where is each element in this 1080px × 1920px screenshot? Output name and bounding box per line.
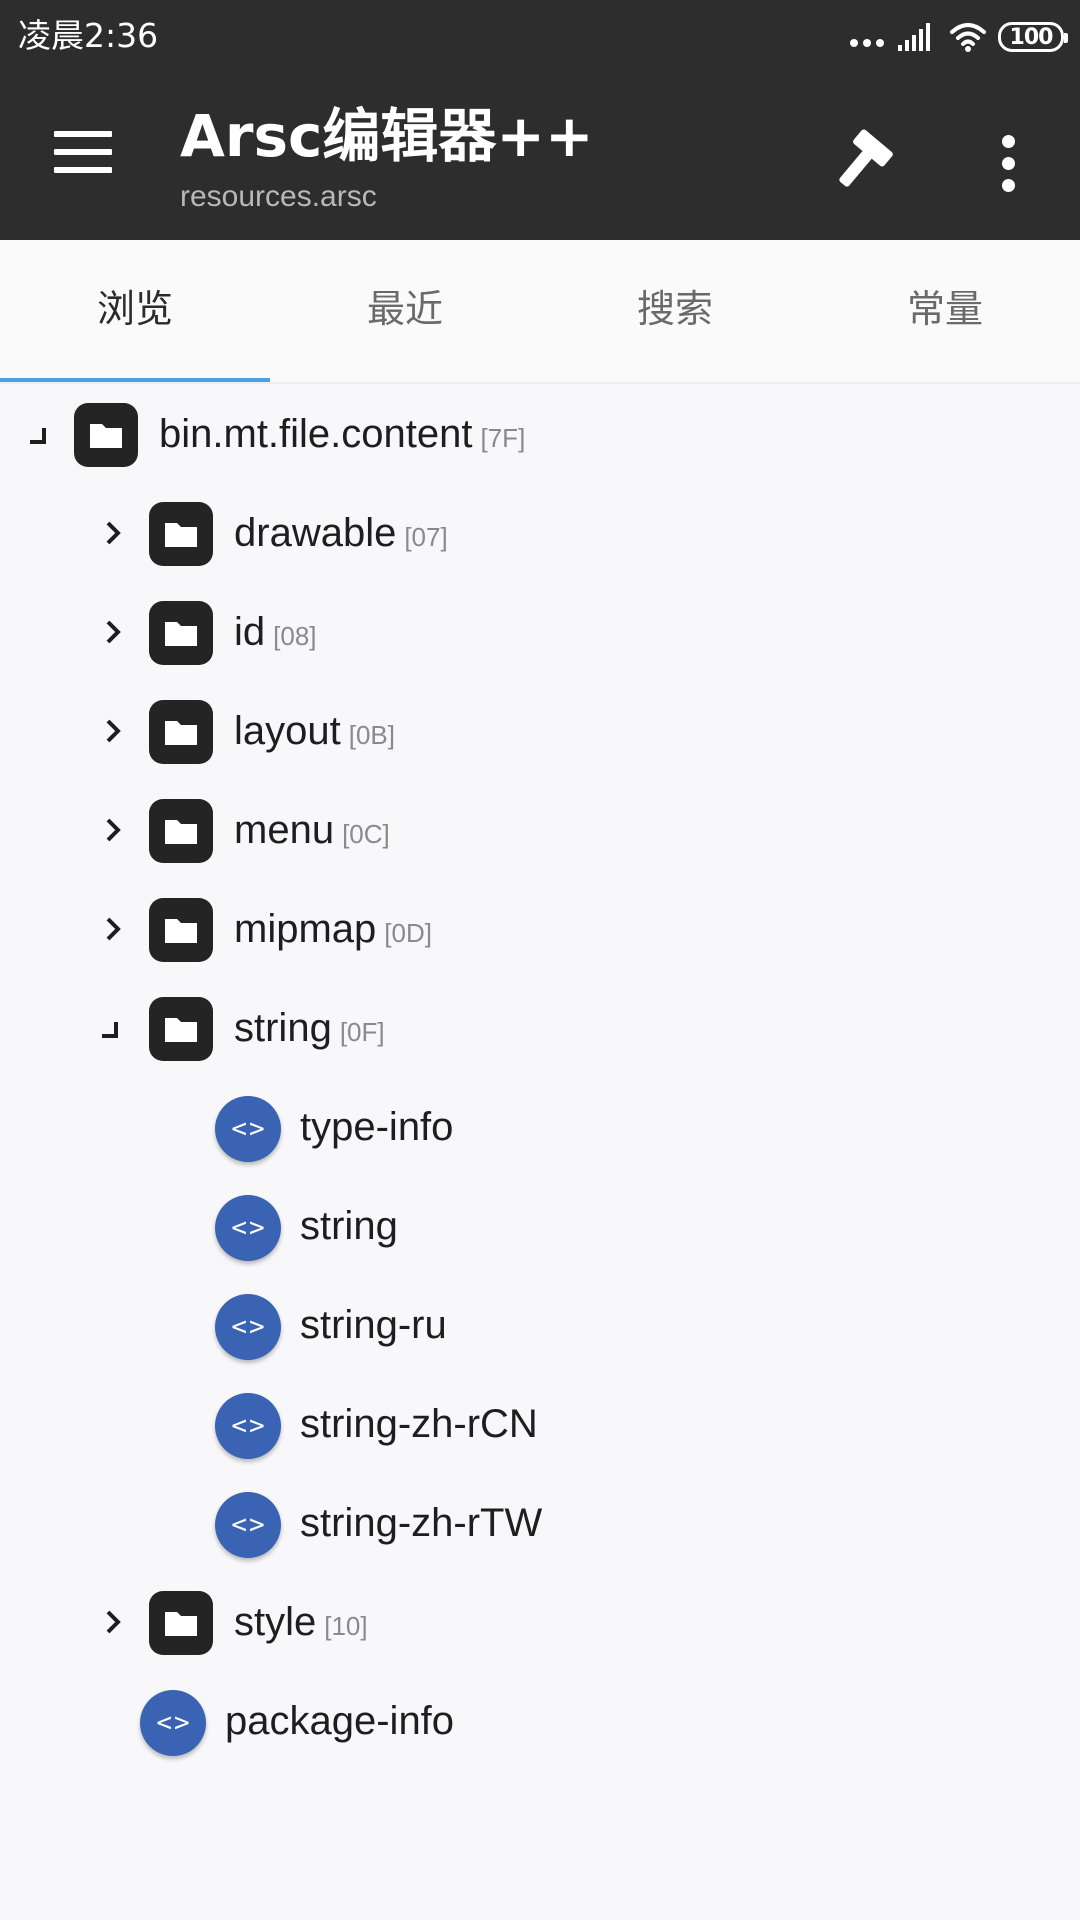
app-toolbar: Arsc编辑器++ resources.arsc: [0, 73, 1080, 240]
code-icon: <>: [215, 1393, 281, 1459]
tree-row-string-zh-rtw[interactable]: <> string-zh-rTW: [0, 1473, 1080, 1572]
folder-icon: [149, 1591, 213, 1655]
folder-icon: [149, 700, 213, 764]
menu-icon[interactable]: [54, 131, 112, 181]
battery-icon: 100: [998, 22, 1068, 52]
tree-row-string-default[interactable]: <> string: [0, 1176, 1080, 1275]
tree-row-type-info[interactable]: <> type-info: [0, 1077, 1080, 1176]
chevron-right-icon[interactable]: [94, 513, 134, 553]
tree-row-style[interactable]: style [10]: [0, 1572, 1080, 1671]
folder-icon: [149, 898, 213, 962]
tab-recent[interactable]: 最近: [270, 240, 540, 384]
tree-row-menu[interactable]: menu [0C]: [0, 780, 1080, 879]
tree-row-id[interactable]: id [08]: [0, 582, 1080, 681]
tree-row-root[interactable]: bin.mt.file.content [7F]: [0, 384, 1080, 483]
chevron-right-icon[interactable]: [94, 711, 134, 751]
tree-label: string [0F]: [234, 1006, 385, 1050]
hammer-icon[interactable]: [822, 121, 902, 201]
chevron-right-icon[interactable]: [94, 612, 134, 652]
tree-label: menu [0C]: [234, 808, 390, 852]
tree-row-layout[interactable]: layout [0B]: [0, 681, 1080, 780]
tree-label: string: [300, 1204, 398, 1248]
tree-label: string-zh-rCN: [300, 1402, 538, 1446]
folder-icon: [74, 403, 138, 467]
tab-bar: 浏览 最近 搜索 常量: [0, 240, 1080, 384]
code-icon: <>: [215, 1096, 281, 1162]
tree-label: mipmap [0D]: [234, 907, 432, 951]
tree-row-drawable[interactable]: drawable [07]: [0, 483, 1080, 582]
chevron-right-icon[interactable]: [94, 810, 134, 850]
code-icon: <>: [215, 1492, 281, 1558]
tree-label: package-info: [225, 1699, 455, 1743]
folder-icon: [149, 601, 213, 665]
collapse-icon[interactable]: [94, 1008, 134, 1048]
signal-icon: [898, 23, 930, 51]
status-time: 凌晨2:36: [18, 16, 159, 55]
code-icon: <>: [215, 1195, 281, 1261]
tree-label: bin.mt.file.content [7F]: [159, 412, 526, 456]
tree-label: style [10]: [234, 1600, 368, 1644]
tab-constants[interactable]: 常量: [810, 240, 1080, 384]
wifi-icon: [950, 23, 986, 52]
file-name: resources.arsc: [180, 180, 377, 213]
tree-label: string-zh-rTW: [300, 1501, 543, 1545]
tree-label: layout [0B]: [234, 709, 395, 753]
tree-row-string[interactable]: string [0F]: [0, 978, 1080, 1077]
tree-row-string-ru[interactable]: <> string-ru: [0, 1275, 1080, 1374]
folder-icon: [149, 799, 213, 863]
app-title: Arsc编辑器++: [180, 102, 594, 170]
collapse-icon[interactable]: [22, 414, 62, 454]
folder-icon: [149, 997, 213, 1061]
tab-browse[interactable]: 浏览: [0, 240, 270, 384]
more-vert-icon[interactable]: [984, 123, 1032, 203]
tab-search[interactable]: 搜索: [540, 240, 810, 384]
tree-label: string-ru: [300, 1303, 447, 1347]
code-icon: <>: [140, 1690, 206, 1756]
folder-icon: [149, 502, 213, 566]
code-icon: <>: [215, 1294, 281, 1360]
tree-label: id [08]: [234, 610, 317, 654]
tree-row-package-info[interactable]: <> package-info: [0, 1671, 1080, 1770]
chevron-right-icon[interactable]: [94, 909, 134, 949]
chevron-right-icon[interactable]: [94, 1602, 134, 1642]
battery-level: 100: [1009, 24, 1054, 50]
status-icons: 100: [850, 20, 1068, 54]
more-notifications-icon: [850, 39, 884, 47]
tree-row-mipmap[interactable]: mipmap [0D]: [0, 879, 1080, 978]
tree-label: drawable [07]: [234, 511, 448, 555]
status-bar: 凌晨2:36 100: [0, 0, 1080, 73]
tree-row-string-zh-rcn[interactable]: <> string-zh-rCN: [0, 1374, 1080, 1473]
tree-label: type-info: [300, 1105, 454, 1149]
